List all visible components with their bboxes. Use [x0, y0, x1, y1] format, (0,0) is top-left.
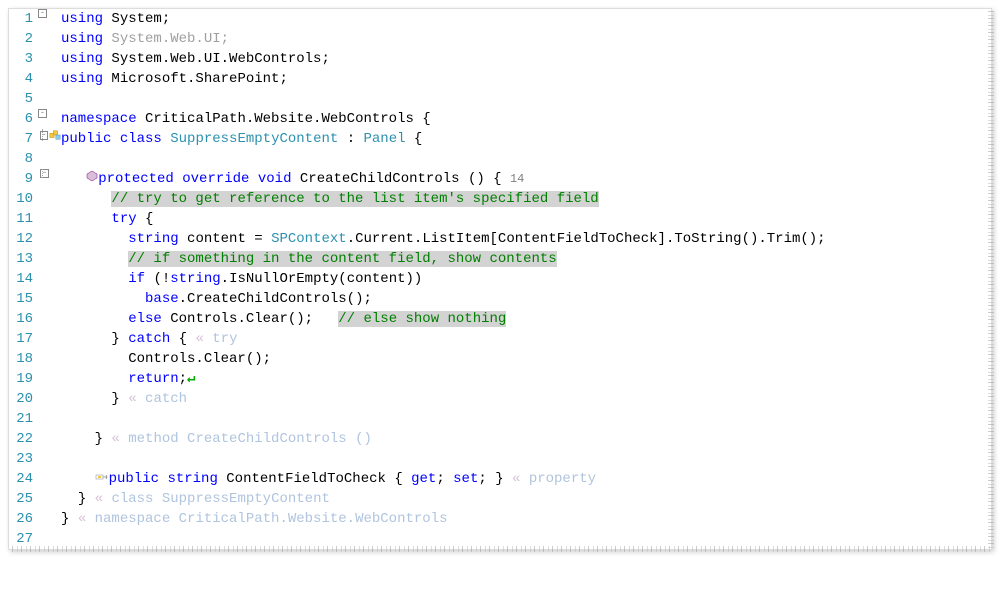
line-number: 12 — [9, 229, 37, 249]
fold-toggle-icon[interactable]: - — [38, 109, 47, 118]
code-text: using System.Web.UI.WebControls; — [61, 49, 991, 69]
code-text: } « method CreateChildControls () — [61, 429, 991, 449]
code-line[interactable]: 6 - namespace CriticalPath.Website.WebCo… — [9, 109, 991, 129]
code-text: namespace CriticalPath.Website.WebContro… — [61, 109, 991, 129]
code-line[interactable]: 8 — [9, 149, 991, 169]
code-line[interactable]: 10 // try to get reference to the list i… — [9, 189, 991, 209]
code-text: return;↵ — [61, 369, 991, 389]
line-number: 5 — [9, 89, 37, 109]
code-line[interactable]: 7 - public class SuppressEmptyContent : … — [9, 129, 991, 149]
code-line[interactable]: 4 using Microsoft.SharePoint; — [9, 69, 991, 89]
line-number: 2 — [9, 29, 37, 49]
code-line[interactable]: 9 - protected override void CreateChildC… — [9, 169, 991, 189]
code-text: public class SuppressEmptyContent : Pane… — [61, 129, 991, 149]
code-text: using System; — [61, 9, 991, 29]
code-line[interactable]: 22 } « method CreateChildControls () — [9, 429, 991, 449]
line-number: 13 — [9, 249, 37, 269]
line-number: 9 — [9, 169, 37, 189]
code-text: } « namespace CriticalPath.Website.WebCo… — [61, 509, 991, 529]
line-number: 20 — [9, 389, 37, 409]
code-text: base.CreateChildControls(); — [61, 289, 991, 309]
line-number: 25 — [9, 489, 37, 509]
property-icon — [95, 472, 109, 482]
code-line[interactable]: 14 if (!string.IsNullOrEmpty(content)) — [9, 269, 991, 289]
line-number: 14 — [9, 269, 37, 289]
return-arrow-icon: ↵ — [187, 371, 195, 387]
line-number: 4 — [9, 69, 37, 89]
code-line[interactable]: 24 public string ContentFieldToCheck { g… — [9, 469, 991, 489]
code-line[interactable]: 26 } « namespace CriticalPath.Website.We… — [9, 509, 991, 529]
line-number: 1 — [9, 9, 37, 29]
code-text: else Controls.Clear(); // else show noth… — [61, 309, 991, 329]
line-number: 3 — [9, 49, 37, 69]
code-text: // try to get reference to the list item… — [61, 189, 991, 209]
code-line[interactable]: 19 return;↵ — [9, 369, 991, 389]
line-number: 23 — [9, 449, 37, 469]
fold-toggle-icon[interactable]: - — [38, 9, 47, 18]
code-text: // if something in the content field, sh… — [61, 249, 991, 269]
code-line[interactable]: 1 - using System; — [9, 9, 991, 29]
code-line[interactable]: 23 — [9, 449, 991, 469]
code-line[interactable]: 13 // if something in the content field,… — [9, 249, 991, 269]
line-number: 24 — [9, 469, 37, 489]
code-line[interactable]: 16 else Controls.Clear(); // else show n… — [9, 309, 991, 329]
code-text: } « catch — [61, 389, 991, 409]
code-text: if (!string.IsNullOrEmpty(content)) — [61, 269, 991, 289]
line-number: 19 — [9, 369, 37, 389]
code-text: protected override void CreateChildContr… — [61, 169, 991, 189]
line-number: 15 — [9, 289, 37, 309]
code-text: using Microsoft.SharePoint; — [61, 69, 991, 89]
line-number: 6 — [9, 109, 37, 129]
code-line[interactable]: 21 — [9, 409, 991, 429]
gutter: - — [37, 9, 61, 18]
line-number: 18 — [9, 349, 37, 369]
line-number: 26 — [9, 509, 37, 529]
code-text: Controls.Clear(); — [61, 349, 991, 369]
line-number: 21 — [9, 409, 37, 429]
line-number: 16 — [9, 309, 37, 329]
gutter: - — [37, 169, 61, 178]
code-text: string content = SPContext.Current.ListI… — [61, 229, 991, 249]
code-text: try { — [61, 209, 991, 229]
code-line[interactable]: 12 string content = SPContext.Current.Li… — [9, 229, 991, 249]
line-number: 10 — [9, 189, 37, 209]
line-number: 7 — [9, 129, 37, 149]
code-line[interactable]: 15 base.CreateChildControls(); — [9, 289, 991, 309]
code-text: using System.Web.UI; — [61, 29, 991, 49]
code-editor[interactable]: 1 - using System; 2 using System.Web.UI;… — [8, 8, 992, 550]
code-line[interactable]: 11 try { — [9, 209, 991, 229]
code-text: } « class SuppressEmptyContent — [61, 489, 991, 509]
class-icon — [49, 129, 61, 141]
code-line[interactable]: 5 — [9, 89, 991, 109]
line-number: 22 — [9, 429, 37, 449]
code-line[interactable]: 18 Controls.Clear(); — [9, 349, 991, 369]
method-icon — [86, 170, 98, 182]
torn-edge-decoration — [9, 546, 991, 552]
code-line[interactable]: 3 using System.Web.UI.WebControls; — [9, 49, 991, 69]
code-line[interactable]: 25 } « class SuppressEmptyContent — [9, 489, 991, 509]
torn-edge-decoration — [988, 9, 994, 549]
code-line[interactable]: 17 } catch { « try — [9, 329, 991, 349]
line-number: 11 — [9, 209, 37, 229]
code-text: } catch { « try — [61, 329, 991, 349]
code-line[interactable]: 20 } « catch — [9, 389, 991, 409]
code-line[interactable]: 2 using System.Web.UI; — [9, 29, 991, 49]
gutter: - — [37, 129, 61, 141]
line-number: 17 — [9, 329, 37, 349]
gutter: - — [37, 109, 61, 118]
complexity-hint: 14 — [510, 172, 524, 186]
line-number: 8 — [9, 149, 37, 169]
code-text: public string ContentFieldToCheck { get;… — [61, 469, 991, 489]
